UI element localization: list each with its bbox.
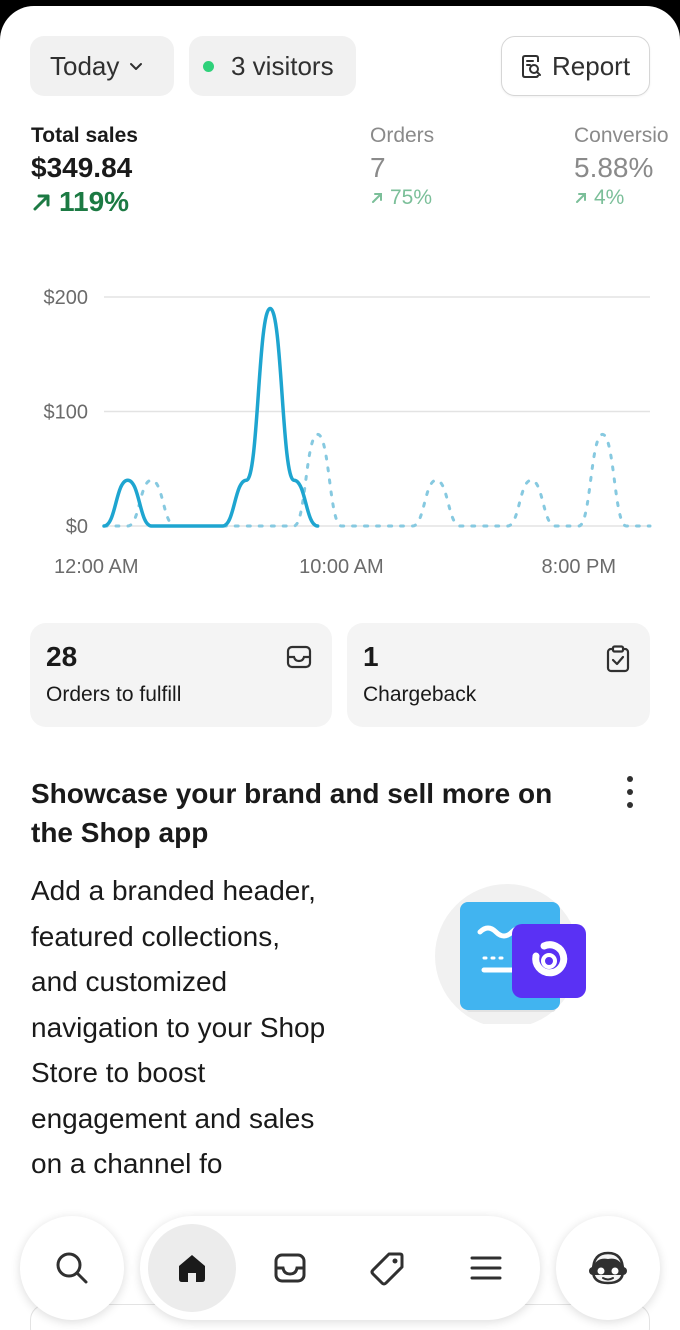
- tag-icon: [370, 1252, 404, 1286]
- chargeback-card[interactable]: 1 Chargeback: [347, 623, 650, 727]
- metric-total-sales[interactable]: Total sales $349.84 119%: [31, 124, 138, 218]
- search-button[interactable]: [20, 1216, 124, 1320]
- search-icon: [56, 1252, 88, 1284]
- report-icon: [522, 55, 541, 78]
- metric-label: Conversio: [574, 124, 669, 147]
- live-visitors-chip[interactable]: 3 visitors: [189, 36, 356, 96]
- metric-delta: 119%: [31, 186, 138, 218]
- metric-label: Total sales: [31, 124, 138, 147]
- metric-value: $349.84: [31, 152, 133, 183]
- metric-delta-value: 119%: [59, 186, 130, 217]
- visitors-label: 3 visitors: [231, 50, 334, 81]
- date-range-selector[interactable]: Today: [30, 36, 174, 96]
- orders-to-fulfill-card[interactable]: 28 Orders to fulfill: [30, 623, 332, 727]
- tab-orders[interactable]: [252, 1230, 328, 1306]
- date-range-label: Today: [50, 50, 120, 81]
- metric-conversion[interactable]: Conversio 5.88% 4%: [574, 124, 669, 210]
- more-options-icon[interactable]: [618, 776, 642, 810]
- metric-value: 7: [370, 152, 386, 183]
- series-line-today: [102, 306, 320, 528]
- menu-icon: [470, 1256, 502, 1280]
- metric-delta: 75%: [370, 186, 434, 210]
- report-button[interactable]: Report: [501, 36, 650, 96]
- x-tick-label: 8:00 PM: [542, 556, 616, 578]
- promo-title: Showcase your brand and sell more on the…: [31, 778, 553, 848]
- metric-label: Orders: [370, 124, 435, 147]
- account-button[interactable]: [556, 1216, 660, 1320]
- card-label: Orders to fulfill: [46, 683, 182, 706]
- metric-delta-value: 4%: [594, 186, 625, 209]
- shop-app-illustration: [435, 884, 586, 1024]
- tab-menu[interactable]: [448, 1230, 524, 1306]
- tab-products[interactable]: [350, 1230, 426, 1306]
- promo-description: Add a branded header, featured collectio…: [31, 875, 326, 1179]
- metric-delta-value: 75%: [390, 186, 433, 209]
- bottom-tab-bar: [140, 1216, 540, 1320]
- chevron-down-icon: [130, 63, 143, 70]
- arrow-up-right-icon: [576, 193, 586, 203]
- card-count: 1: [363, 641, 379, 672]
- metric-delta: 4%: [574, 186, 669, 210]
- x-tick-label: 10:00 AM: [299, 556, 384, 578]
- inbox-icon: [274, 1253, 306, 1283]
- live-dot: [203, 60, 214, 72]
- card-count: 28: [46, 641, 78, 672]
- metric-value: 5.88%: [574, 152, 654, 183]
- sales-chart[interactable]: $200 $100 $0 12:00 AM 10:00 AM 8:00 PM: [0, 276, 680, 596]
- home-icon: [179, 1255, 205, 1282]
- arrow-up-right-icon: [372, 193, 382, 203]
- series-line-comparison: [102, 432, 652, 528]
- y-tick-label: $100: [44, 402, 89, 424]
- arrow-up-right-icon: [33, 194, 50, 211]
- metric-orders[interactable]: Orders 7 75%: [370, 124, 434, 210]
- card-label: Chargeback: [363, 683, 477, 706]
- tab-home[interactable]: [148, 1224, 236, 1312]
- avatar-icon: [589, 1251, 627, 1285]
- y-tick-label: $200: [44, 287, 89, 309]
- inbox-icon: [286, 645, 312, 669]
- x-tick-label: 12:00 AM: [54, 556, 139, 578]
- report-label: Report: [552, 50, 631, 81]
- clipboard-check-icon: [606, 645, 630, 673]
- y-tick-label: $0: [66, 516, 88, 538]
- home-screen: Today 3 visitors Report Total sales $349…: [0, 6, 680, 1330]
